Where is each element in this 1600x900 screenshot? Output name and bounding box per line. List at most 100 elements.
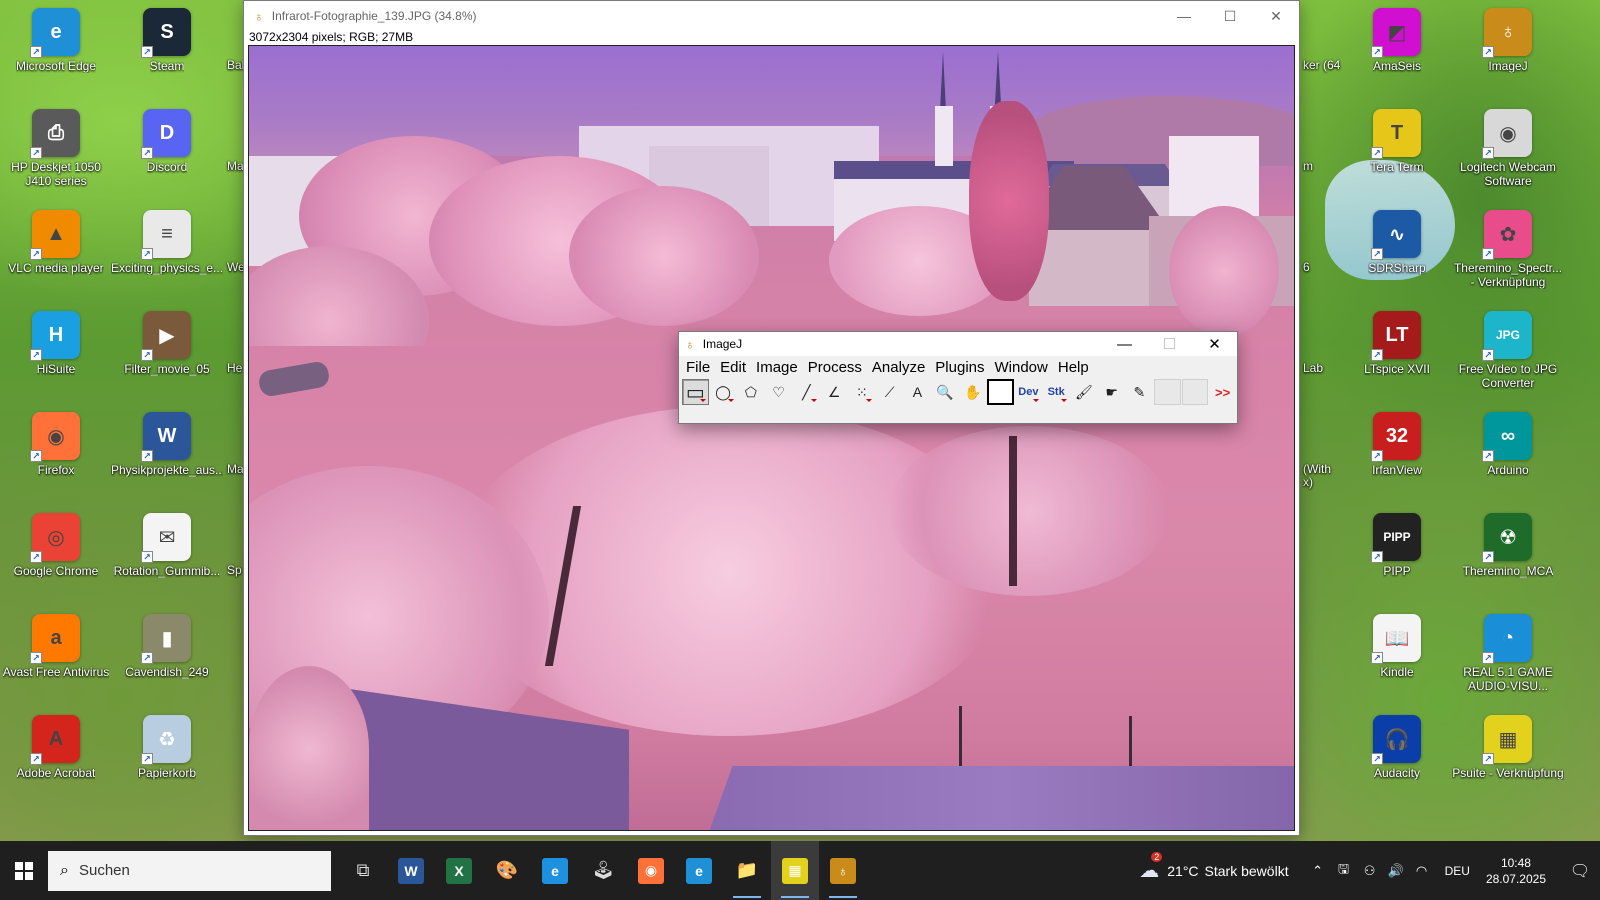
- desktop-icon-real-5-1-game-audio-visu[interactable]: ◔ ↗ REAL 5.1 GAME AUDIO-VISU...: [1452, 608, 1564, 704]
- desktop-icon-free-video-to-jpg-converter[interactable]: JPG ↗ Free Video to JPG Converter: [1452, 305, 1564, 401]
- pencil-tool-icon[interactable]: ✎: [1126, 379, 1153, 405]
- desktop-icon-imagej[interactable]: ♁ ↗ ImageJ: [1452, 2, 1564, 98]
- desktop-icon-logitech-webcam-software[interactable]: ◉ ↗ Logitech Webcam Software: [1452, 103, 1564, 199]
- angle-tool-icon[interactable]: ∠: [821, 379, 848, 405]
- rectangle-tool-icon[interactable]: ▭: [682, 379, 709, 405]
- hidden-desktop-icon-label[interactable]: Ma: [227, 159, 244, 173]
- menu-image[interactable]: Image: [751, 359, 803, 376]
- psuite-taskbar-icon[interactable]: ▦: [771, 841, 819, 900]
- excel-icon[interactable]: X: [435, 841, 483, 900]
- menu-help[interactable]: Help: [1053, 359, 1094, 376]
- hidden-desktop-icon-label[interactable]: x): [1303, 475, 1313, 489]
- minimize-button[interactable]: —: [1161, 1, 1207, 31]
- device-icon[interactable]: 🖫: [1333, 860, 1355, 882]
- desktop-icon-psuite-verkn-pfung[interactable]: ▦ ↗ Psuite - Verknüpfung: [1452, 709, 1564, 805]
- file-explorer-icon[interactable]: 📁: [723, 841, 771, 900]
- desktop-icon-theremino-mca[interactable]: ☢ ↗ Theremino_MCA: [1452, 507, 1564, 603]
- imagej-taskbar-icon[interactable]: ♁: [819, 841, 867, 900]
- menu-process[interactable]: Process: [803, 359, 867, 376]
- desktop-icon-discord[interactable]: D ↗ Discord: [111, 103, 223, 199]
- wifi-icon[interactable]: ◠: [1411, 863, 1433, 879]
- dev-menu-tool[interactable]: Dev: [1015, 379, 1042, 405]
- image-canvas[interactable]: [248, 45, 1295, 831]
- menu-window[interactable]: Window: [990, 359, 1053, 376]
- close-button[interactable]: ✕: [1253, 1, 1299, 31]
- imagej-window[interactable]: ♁ ImageJ — ☐ ✕ File Edit Image Process Analy…: [678, 331, 1238, 424]
- hidden-desktop-icon-label[interactable]: Lab: [1303, 361, 1323, 375]
- clock[interactable]: 10:48 28.07.2025: [1486, 855, 1546, 887]
- desktop-icon-ltspice-xvii[interactable]: LT ↗ LTspice XVII: [1341, 305, 1453, 401]
- desktop-icon-sdrsharp[interactable]: ∿ ↗ SDRSharp: [1341, 204, 1453, 300]
- hidden-desktop-icon-label[interactable]: Ma: [227, 462, 244, 476]
- desktop-icon-physikprojekte-aus[interactable]: W ↗ Physikprojekte_aus...: [111, 406, 223, 502]
- menu-plugins[interactable]: Plugins: [930, 359, 989, 376]
- start-button[interactable]: [0, 841, 48, 900]
- desktop-icon-firefox[interactable]: ◉ ↗ Firefox: [0, 406, 112, 502]
- hidden-desktop-icon-label[interactable]: m: [1303, 159, 1313, 173]
- desktop-icon-irfanview[interactable]: 32 ↗ IrfanView: [1341, 406, 1453, 502]
- desktop-icon-vlc-media-player[interactable]: ▲ ↗ VLC media player: [0, 204, 112, 300]
- desktop-icon-microsoft-edge[interactable]: e ↗ Microsoft Edge: [0, 2, 112, 98]
- internet-explorer-icon[interactable]: e: [531, 841, 579, 900]
- desktop-icon-filter-movie-05[interactable]: ▶ ↗ Filter_movie_05: [111, 305, 223, 401]
- language-indicator[interactable]: DEU: [1445, 864, 1470, 878]
- notification-icon[interactable]: 🗨: [1560, 861, 1600, 881]
- desktop-icon-avast-free-antivirus[interactable]: a ↗ Avast Free Antivirus: [0, 608, 112, 704]
- stk-menu-tool[interactable]: Stk: [1043, 379, 1070, 405]
- volume-icon[interactable]: 🔊: [1385, 863, 1407, 879]
- weather-widget[interactable]: ☁ 2 21°C Stark bewölkt: [1139, 852, 1289, 883]
- desktop-icon-tera-term[interactable]: T ↗ Tera Term: [1341, 103, 1453, 199]
- text-tool-icon[interactable]: A: [904, 379, 931, 405]
- edge-icon[interactable]: e: [675, 841, 723, 900]
- blank-tool-1[interactable]: [1153, 379, 1181, 405]
- imagej-maximize-button[interactable]: ☐: [1147, 332, 1192, 356]
- desktop-icon-rotation-gummib[interactable]: ✉ ↗ Rotation_Gummib...: [111, 507, 223, 603]
- brush-tool-icon[interactable]: 🖌: [1071, 379, 1098, 405]
- paint-icon[interactable]: 🎨: [483, 841, 531, 900]
- hidden-desktop-icon-label[interactable]: He: [227, 361, 242, 375]
- chevron-up-icon[interactable]: ⌃: [1307, 863, 1329, 879]
- desktop-icon-adobe-acrobat[interactable]: A ↗ Adobe Acrobat: [0, 709, 112, 805]
- imagej-close-button[interactable]: ✕: [1192, 332, 1237, 356]
- desktop-icon-hisuite[interactable]: H ↗ HiSuite: [0, 305, 112, 401]
- hidden-desktop-icon-label[interactable]: ker (64: [1303, 58, 1340, 72]
- hand-tool-icon[interactable]: ✋: [960, 379, 987, 405]
- game-app-icon[interactable]: 🕹: [579, 841, 627, 900]
- image-window-titlebar[interactable]: ♁ Infrarot-Fotographie_139.JPG (34.8%) —…: [244, 1, 1299, 31]
- desktop-icon-theremino-spectr-verkn-pfung[interactable]: ✿ ↗ Theremino_Spectr... - Verknüpfung: [1452, 204, 1564, 300]
- point-tool-icon[interactable]: ⁙: [849, 379, 876, 405]
- more-tools-button[interactable]: >>: [1209, 379, 1236, 405]
- menu-edit[interactable]: Edit: [715, 359, 751, 376]
- hidden-desktop-icon-label[interactable]: Sp: [227, 563, 242, 577]
- flood-fill-tool-icon[interactable]: ☛: [1098, 379, 1125, 405]
- desktop-icon-hp-deskjet-1050-j410-series[interactable]: ⎙ ↗ HP Deskjet 1050 J410 series: [0, 103, 112, 199]
- desktop-icon-arduino[interactable]: ∞ ↗ Arduino: [1452, 406, 1564, 502]
- desktop-icon-papierkorb[interactable]: ♻ ↗ Papierkorb: [111, 709, 223, 805]
- menu-analyze[interactable]: Analyze: [867, 359, 930, 376]
- taskbar-search-box[interactable]: ⌕ Suchen: [48, 850, 331, 891]
- imagej-minimize-button[interactable]: —: [1102, 332, 1147, 356]
- imagej-titlebar[interactable]: ♁ ImageJ — ☐ ✕: [679, 332, 1237, 356]
- color-picker-tool-icon[interactable]: ■: [987, 379, 1015, 405]
- polygon-tool-icon[interactable]: ⬠: [738, 379, 765, 405]
- desktop-icon-cavendish-249[interactable]: ▮ ↗ Cavendish_249: [111, 608, 223, 704]
- blank-tool-2[interactable]: [1181, 379, 1209, 405]
- desktop-icon-google-chrome[interactable]: ◎ ↗ Google Chrome: [0, 507, 112, 603]
- desktop-icon-exciting-physics-e[interactable]: ≡ ↗ Exciting_physics_e...: [111, 204, 223, 300]
- hidden-desktop-icon-label[interactable]: 6: [1303, 260, 1310, 274]
- firefox-icon[interactable]: ◉: [627, 841, 675, 900]
- desktop-icon-amaseis[interactable]: ◩ ↗ AmaSeis: [1341, 2, 1453, 98]
- oval-tool-icon[interactable]: ◯: [710, 379, 737, 405]
- desktop-icon-steam[interactable]: S ↗ Steam: [111, 2, 223, 98]
- line-tool-icon[interactable]: ╱: [793, 379, 820, 405]
- desktop-icon-audacity[interactable]: 🎧 ↗ Audacity: [1341, 709, 1453, 805]
- menu-file[interactable]: File: [681, 359, 715, 376]
- freehand-tool-icon[interactable]: ♡: [765, 379, 792, 405]
- task-view-icon[interactable]: ⧉: [339, 841, 387, 900]
- maximize-button[interactable]: ☐: [1207, 1, 1253, 31]
- desktop-icon-pipp[interactable]: PIPP ↗ PIPP: [1341, 507, 1453, 603]
- hidden-desktop-icon-label[interactable]: (With: [1303, 462, 1331, 476]
- magnifier-tool-icon[interactable]: 🔍: [932, 379, 959, 405]
- word-icon[interactable]: W: [387, 841, 435, 900]
- network-adapter-icon[interactable]: ⚇: [1359, 863, 1381, 879]
